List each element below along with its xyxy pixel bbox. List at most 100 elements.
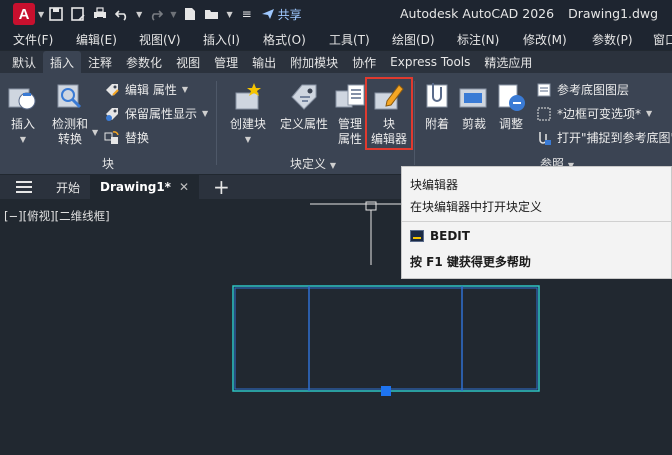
menu-parametric[interactable]: 参数(P) (592, 31, 633, 48)
menu-window[interactable]: 窗口 (653, 31, 672, 48)
tab-insert[interactable]: 插入 (43, 51, 82, 73)
menu-bar: 文件(F) 编辑(E) 视图(V) 插入(I) 格式(O) 工具(T) 绘图(D… (0, 28, 672, 50)
block-editor-highlight (365, 77, 413, 150)
menu-format[interactable]: 格式(O) (263, 31, 306, 48)
share-button[interactable]: 共享 (261, 6, 302, 23)
underlay-layers-icon (537, 83, 551, 96)
panel-separator (216, 81, 217, 165)
menu-insert[interactable]: 插入(I) (203, 31, 240, 48)
manage-attributes-icon (335, 84, 365, 108)
tab-express-tools[interactable]: Express Tools (383, 51, 477, 73)
insert-block-icon (8, 88, 36, 110)
window-title: Autodesk AutoCAD 2026 Drawing1.dwg (400, 6, 658, 21)
open-dropdown-icon[interactable]: ▼ (226, 10, 232, 19)
tooltip-help: 按 F1 键获得更多帮助 (410, 255, 531, 269)
tooltip-title: 块编辑器 (410, 178, 459, 192)
panel-title-block-definition: 块定义 ▼ (290, 157, 336, 171)
tab-view[interactable]: 视图 (169, 51, 207, 73)
insert-block-button[interactable]: 插入 ▼ (6, 81, 40, 147)
adjust-button[interactable]: 调整 (494, 81, 528, 132)
manage-attributes-button[interactable]: 管理 属性 (334, 81, 366, 147)
ribbon-panel: 插入 ▼ 检测和 转换 ▼ 编辑 属性 ▼ 保留属性显示 ▼ 替换 块 创建块 … (0, 73, 672, 174)
define-attributes-icon (291, 84, 317, 110)
panel-separator (414, 81, 415, 165)
file-menu-icon[interactable] (16, 181, 32, 193)
tab-output[interactable]: 输出 (245, 51, 283, 73)
replace-block-icon (104, 130, 119, 144)
command-line-icon (410, 230, 424, 242)
detect-dropdown-icon[interactable]: ▼ (92, 128, 98, 137)
underlay-layers-button[interactable]: 参考底图图层 (536, 81, 629, 98)
frame-vary-icon (537, 107, 551, 120)
adjust-icon (498, 84, 525, 111)
menu-draw[interactable]: 绘图(D) (392, 31, 435, 48)
tab-collaborate[interactable]: 协作 (345, 51, 383, 73)
tooltip-command: BEDIT (410, 229, 470, 243)
document-title: Drawing1.dwg (568, 6, 659, 21)
close-tab-icon[interactable]: ✕ (179, 180, 189, 194)
block-outline[interactable] (232, 285, 540, 392)
undo-icon[interactable] (114, 6, 130, 22)
panel-title-block: 块 (102, 157, 115, 171)
tab-parametric[interactable]: 参数化 (119, 51, 169, 73)
clip-button[interactable]: 剪裁 (458, 81, 490, 132)
snap-to-underlay-button[interactable]: 打开"捕捉到参考底图" (536, 129, 672, 146)
menu-view[interactable]: 视图(V) (139, 31, 181, 48)
attach-icon (426, 83, 448, 108)
menu-dimension[interactable]: 标注(N) (457, 31, 499, 48)
new-tab-icon[interactable]: + (213, 175, 230, 199)
menu-edit[interactable]: 编辑(E) (76, 31, 117, 48)
tab-manage[interactable]: 管理 (207, 51, 245, 73)
menu-tools[interactable]: 工具(T) (329, 31, 370, 48)
frame-vary-button[interactable]: *边框可变选项* ▼ (536, 105, 652, 122)
attach-button[interactable]: 附着 (420, 81, 454, 132)
snap-underlay-icon (539, 131, 551, 145)
autocad-logo[interactable]: A (13, 3, 35, 25)
retain-attribute-icon (106, 107, 118, 121)
create-block-dropdown-icon[interactable]: ▼ (245, 132, 251, 147)
ribbon-tabs: 默认 插入 注释 参数化 视图 管理 输出 附加模块 协作 Express To… (0, 51, 672, 73)
open-folder-icon[interactable] (204, 6, 220, 22)
retain-attribute-display-button[interactable]: 保留属性显示 ▼ (104, 105, 208, 122)
replace-block-button[interactable]: 替换 (104, 129, 149, 146)
block-definition-expand-icon[interactable]: ▼ (330, 161, 336, 170)
undo-dropdown-icon[interactable]: ▼ (136, 10, 142, 19)
tab-start[interactable]: 开始 (46, 175, 90, 199)
save-icon[interactable] (48, 6, 64, 22)
tab-featured-apps[interactable]: 精选应用 (477, 51, 539, 73)
create-block-button[interactable]: 创建块 ▼ (228, 81, 268, 147)
tab-drawing1[interactable]: Drawing1* ✕ (90, 175, 200, 199)
frame-vary-dropdown-icon[interactable]: ▼ (646, 109, 652, 118)
tooltip-divider (402, 221, 672, 222)
edit-attribute-dropdown-icon[interactable]: ▼ (182, 85, 188, 94)
tab-default[interactable]: 默认 (5, 51, 43, 73)
redo-icon[interactable] (148, 6, 164, 22)
menu-modify[interactable]: 修改(M) (523, 31, 567, 48)
print-icon[interactable] (92, 6, 108, 22)
new-file-icon[interactable] (182, 6, 198, 22)
detect-convert-button[interactable]: 检测和 转换 (50, 81, 90, 147)
edit-attribute-icon (106, 83, 119, 96)
retain-attribute-dropdown-icon[interactable]: ▼ (202, 109, 208, 118)
title-bar: A ▼ ▼ ▼ ▼ ≡ 共享 Autodesk AutoCAD 2026 Dra… (0, 0, 672, 28)
quick-access-toolbar: ▼ ▼ ▼ ≡ (48, 6, 254, 22)
detect-convert-icon (57, 84, 82, 109)
create-block-icon (235, 83, 261, 110)
tab-addins[interactable]: 附加模块 (283, 51, 345, 73)
app-menu-caret-icon[interactable]: ▼ (38, 10, 44, 19)
tooltip-description: 在块编辑器中打开块定义 (410, 200, 543, 214)
block-inner-outline (234, 287, 538, 390)
customize-qat-icon[interactable]: ≡ (239, 6, 255, 22)
insert-dropdown-icon[interactable]: ▼ (20, 132, 26, 147)
insertion-grip[interactable] (381, 386, 391, 396)
share-icon (261, 9, 274, 19)
edit-attribute-button[interactable]: 编辑 属性 ▼ (104, 81, 188, 98)
redo-dropdown-icon[interactable]: ▼ (170, 10, 176, 19)
define-attributes-button[interactable]: 定义属性 (278, 81, 330, 132)
menu-file[interactable]: 文件(F) (13, 31, 53, 48)
save-as-icon[interactable] (70, 6, 86, 22)
app-title: Autodesk AutoCAD 2026 (400, 6, 555, 21)
tab-annotate[interactable]: 注释 (81, 51, 119, 73)
crosshair-pickbox (365, 201, 377, 211)
block-editor-tooltip: 块编辑器 在块编辑器中打开块定义 BEDIT 按 F1 键获得更多帮助 (401, 166, 672, 279)
